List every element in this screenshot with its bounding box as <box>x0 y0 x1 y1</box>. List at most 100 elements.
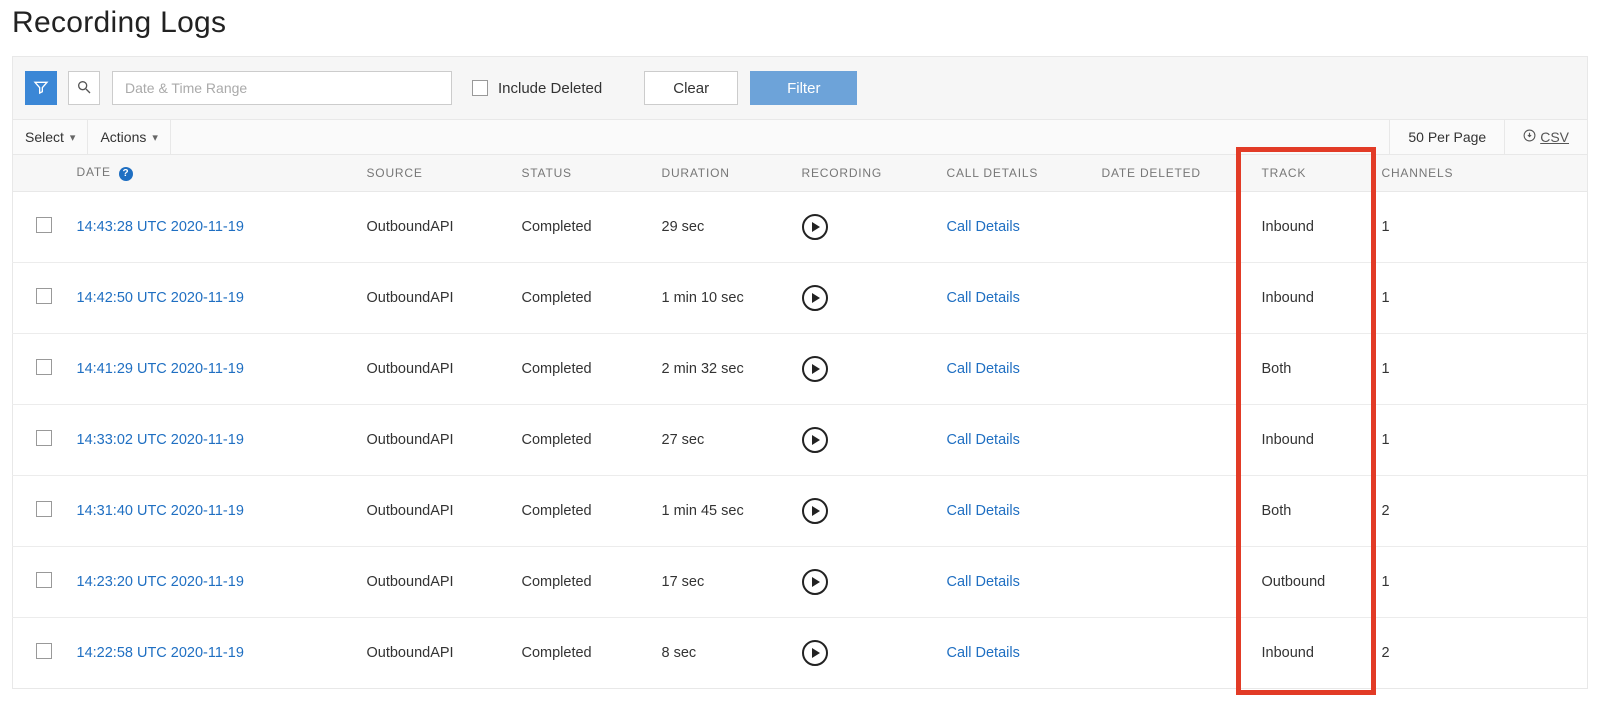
row-duration: 29 sec <box>654 191 794 262</box>
row-source: OutboundAPI <box>359 404 514 475</box>
filter-bar: Include Deleted Clear Filter <box>12 56 1588 119</box>
col-channels[interactable]: CHANNELS <box>1374 155 1588 191</box>
filter-icon-button[interactable] <box>25 71 57 105</box>
checkbox-icon <box>472 80 488 96</box>
row-duration: 27 sec <box>654 404 794 475</box>
row-checkbox[interactable] <box>36 288 52 304</box>
table-row: 14:43:28 UTC 2020-11-19OutboundAPIComple… <box>13 191 1588 262</box>
search-icon <box>76 79 92 98</box>
row-status: Completed <box>514 262 654 333</box>
col-duration[interactable]: DURATION <box>654 155 794 191</box>
filter-button[interactable]: Filter <box>750 71 857 105</box>
page-title: Recording Logs <box>12 6 1588 40</box>
export-csv[interactable]: CSV <box>1504 120 1587 154</box>
include-deleted-label: Include Deleted <box>498 80 602 97</box>
search-icon-button[interactable] <box>68 71 100 105</box>
row-source: OutboundAPI <box>359 262 514 333</box>
row-checkbox[interactable] <box>36 501 52 517</box>
row-date-deleted <box>1094 191 1254 262</box>
funnel-icon <box>33 79 49 98</box>
date-link[interactable]: 14:41:29 UTC 2020-11-19 <box>77 361 244 377</box>
row-status: Completed <box>514 546 654 617</box>
row-track: Outbound <box>1254 546 1374 617</box>
call-details-link[interactable]: Call Details <box>947 290 1020 306</box>
download-icon <box>1523 129 1536 145</box>
row-checkbox[interactable] <box>36 572 52 588</box>
row-channels: 1 <box>1374 333 1588 404</box>
date-link[interactable]: 14:33:02 UTC 2020-11-19 <box>77 432 244 448</box>
row-source: OutboundAPI <box>359 546 514 617</box>
row-duration: 1 min 45 sec <box>654 475 794 546</box>
row-source: OutboundAPI <box>359 191 514 262</box>
row-channels: 1 <box>1374 262 1588 333</box>
play-button[interactable] <box>802 498 828 524</box>
row-checkbox[interactable] <box>36 430 52 446</box>
call-details-link[interactable]: Call Details <box>947 432 1020 448</box>
play-button[interactable] <box>802 427 828 453</box>
row-source: OutboundAPI <box>359 475 514 546</box>
table-row: 14:23:20 UTC 2020-11-19 OutboundAPIComple… <box>13 546 1588 617</box>
actions-dropdown[interactable]: Actions ▾ <box>88 120 170 154</box>
row-source: OutboundAPI <box>359 333 514 404</box>
row-status: Completed <box>514 333 654 404</box>
col-source[interactable]: SOURCE <box>359 155 514 191</box>
col-call-details[interactable]: CALL DETAILS <box>939 155 1094 191</box>
table-row: 14:31:40 UTC 2020-11-19 OutboundAPIComple… <box>13 475 1588 546</box>
row-track: Inbound <box>1254 262 1374 333</box>
call-details-link[interactable]: Call Details <box>947 361 1020 377</box>
select-label: Select <box>25 129 64 145</box>
date-link[interactable]: 14:31:40 UTC 2020-11-19 <box>77 503 244 519</box>
actions-label: Actions <box>100 129 146 145</box>
play-button[interactable] <box>802 285 828 311</box>
row-date-deleted <box>1094 617 1254 688</box>
col-recording[interactable]: RECORDING <box>794 155 939 191</box>
include-deleted-toggle[interactable]: Include Deleted <box>472 80 602 97</box>
row-source: OutboundAPI <box>359 617 514 688</box>
call-details-link[interactable]: Call Details <box>947 219 1020 235</box>
row-duration: 1 min 10 sec <box>654 262 794 333</box>
call-details-link[interactable]: Call Details <box>947 574 1020 590</box>
row-checkbox[interactable] <box>36 643 52 659</box>
info-icon: ? <box>119 167 133 181</box>
row-status: Completed <box>514 475 654 546</box>
row-channels: 2 <box>1374 617 1588 688</box>
row-duration: 17 sec <box>654 546 794 617</box>
col-select <box>13 155 69 191</box>
col-date[interactable]: DATE ? <box>69 155 359 191</box>
secondary-bar: Select ▾ Actions ▾ 50 Per Page CSV <box>12 119 1588 155</box>
table-row: 14:33:02 UTC 2020-11-19OutboundAPIComple… <box>13 404 1588 475</box>
row-track: Both <box>1254 475 1374 546</box>
col-date-deleted[interactable]: DATE DELETED <box>1094 155 1254 191</box>
play-button[interactable] <box>802 640 828 666</box>
table-row: 14:22:58 UTC 2020-11-19OutboundAPIComple… <box>13 617 1588 688</box>
row-checkbox[interactable] <box>36 359 52 375</box>
date-range-input[interactable] <box>112 71 452 105</box>
per-page-dropdown[interactable]: 50 Per Page <box>1389 120 1504 154</box>
row-channels: 1 <box>1374 191 1588 262</box>
col-status[interactable]: STATUS <box>514 155 654 191</box>
date-link[interactable]: 14:42:50 UTC 2020-11-19 <box>77 290 244 306</box>
table-row: 14:41:29 UTC 2020-11-19 OutboundAPIComple… <box>13 333 1588 404</box>
row-duration: 8 sec <box>654 617 794 688</box>
row-checkbox[interactable] <box>36 217 52 233</box>
select-dropdown[interactable]: Select ▾ <box>13 120 88 154</box>
col-track[interactable]: TRACK <box>1254 155 1374 191</box>
date-link[interactable]: 14:43:28 UTC 2020-11-19 <box>77 219 244 235</box>
clear-button[interactable]: Clear <box>644 71 738 105</box>
play-button[interactable] <box>802 214 828 240</box>
table-row: 14:42:50 UTC 2020-11-19 OutboundAPIComple… <box>13 262 1588 333</box>
chevron-down-icon: ▾ <box>152 131 158 144</box>
row-track: Inbound <box>1254 404 1374 475</box>
play-button[interactable] <box>802 569 828 595</box>
row-track: Both <box>1254 333 1374 404</box>
play-button[interactable] <box>802 356 828 382</box>
call-details-link[interactable]: Call Details <box>947 645 1020 661</box>
per-page-label: 50 Per Page <box>1408 129 1486 145</box>
date-link[interactable]: 14:23:20 UTC 2020-11-19 <box>77 574 244 590</box>
csv-label: CSV <box>1540 129 1569 145</box>
call-details-link[interactable]: Call Details <box>947 503 1020 519</box>
row-date-deleted <box>1094 262 1254 333</box>
row-channels: 1 <box>1374 546 1588 617</box>
date-link[interactable]: 14:22:58 UTC 2020-11-19 <box>77 645 244 661</box>
row-duration: 2 min 32 sec <box>654 333 794 404</box>
